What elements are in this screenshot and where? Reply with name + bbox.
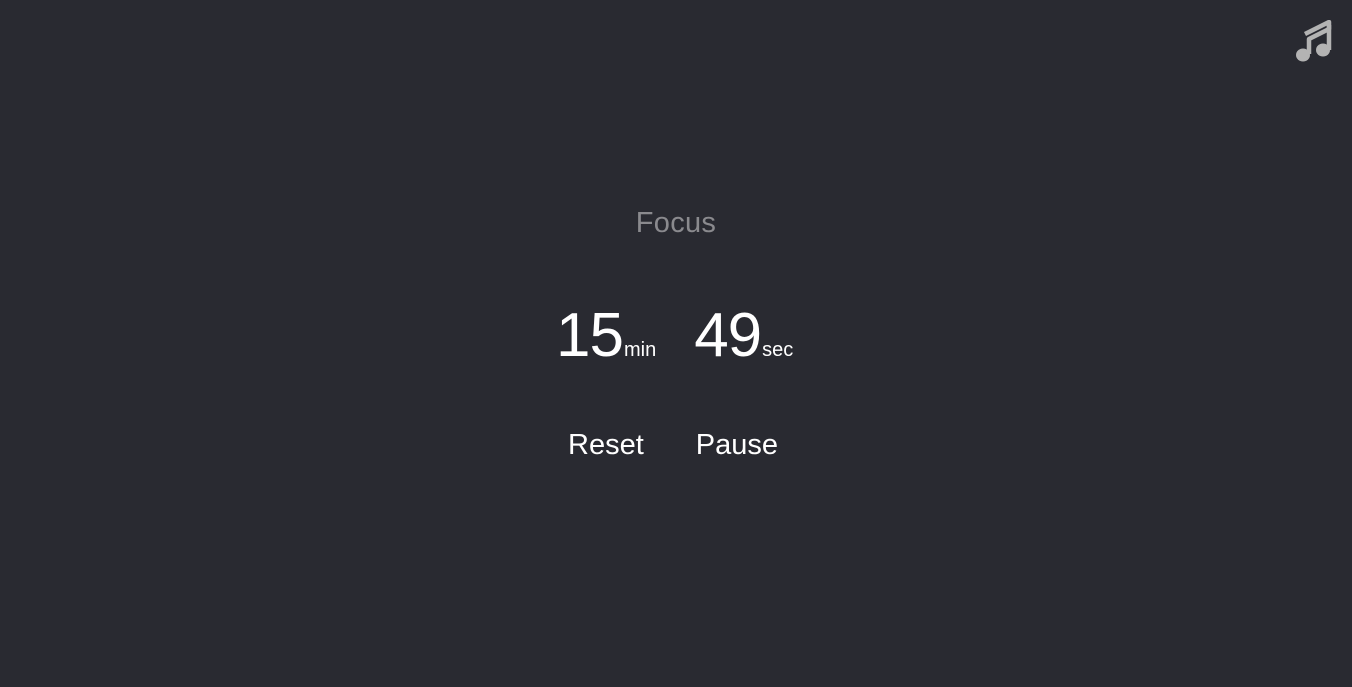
timer-controls: Reset Pause [568, 429, 778, 462]
mode-label: Focus [635, 207, 717, 239]
reset-button[interactable]: Reset [568, 429, 644, 462]
pomodoro-app: Focus 15 min 49 sec Reset Pause [0, 0, 1352, 687]
music-note-icon [1292, 20, 1334, 64]
minutes-value: 15 [556, 301, 624, 370]
timer-display: 15 min 49 sec [556, 305, 793, 367]
minutes-unit: min [623, 339, 657, 361]
pause-button[interactable]: Pause [696, 429, 778, 462]
seconds-unit: sec [762, 339, 794, 361]
music-toggle-button[interactable] [1292, 20, 1334, 64]
seconds-value: 49 [694, 301, 762, 370]
